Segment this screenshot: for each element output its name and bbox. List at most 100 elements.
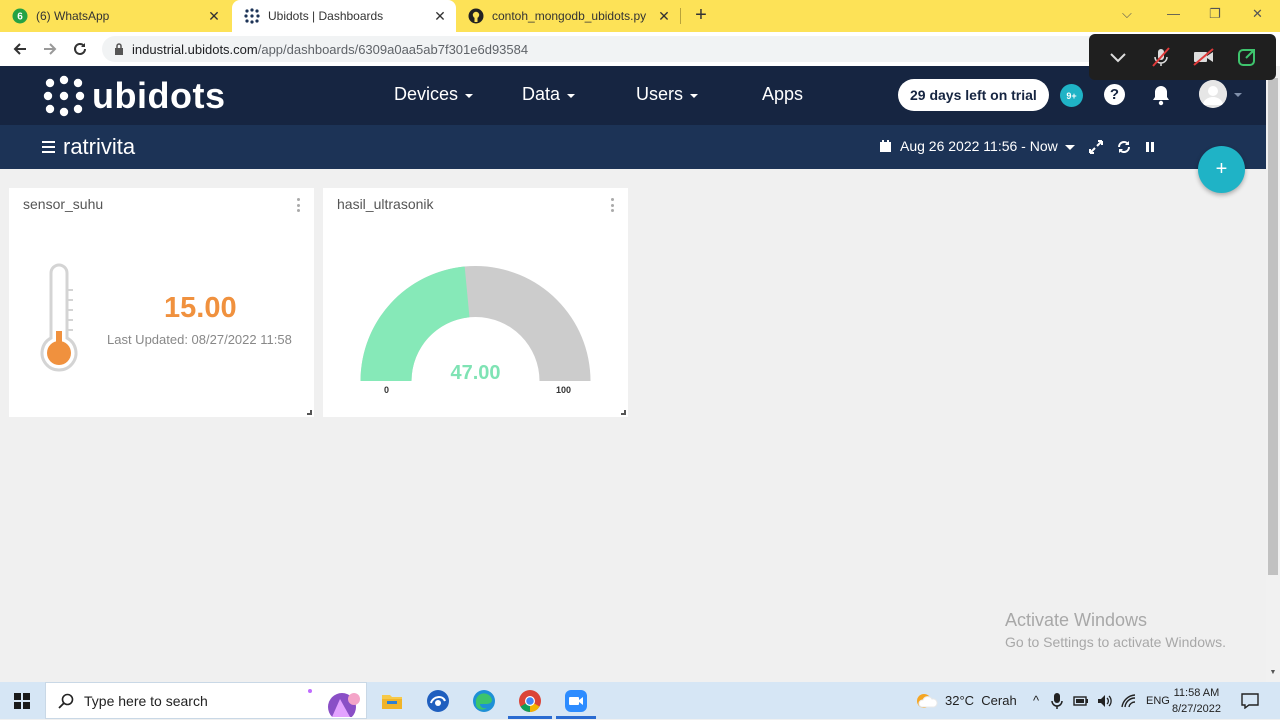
trial-button[interactable]: 29 days left on trial <box>898 79 1049 111</box>
windows-start-icon[interactable] <box>8 687 36 715</box>
menu-label: Apps <box>762 84 804 104</box>
weather-widget[interactable]: 32°C Cerah <box>914 682 1017 719</box>
clock-date: 8/27/2022 <box>1172 703 1221 715</box>
menu-label: Devices <box>394 84 459 104</box>
github-icon <box>468 8 484 24</box>
clock-time: 11:58 AM <box>1173 687 1220 699</box>
edge-icon[interactable] <box>470 687 498 715</box>
date-range-picker[interactable]: Aug 26 2022 11:56 - Now <box>880 138 1075 154</box>
caret-down-icon <box>567 93 576 98</box>
dashboard-toolbar: ratrivita Aug 26 2022 11:56 - Now <box>0 125 1266 169</box>
address-bar[interactable]: industrial.ubidots.com/app/dashboards/63… <box>102 36 1102 62</box>
share-screen-icon[interactable] <box>1233 43 1261 71</box>
hamburger-menu-icon[interactable] <box>42 141 55 153</box>
watermark-subtitle: Go to Settings to activate Windows. <box>1005 634 1226 650</box>
mic-muted-icon[interactable] <box>1147 43 1175 71</box>
help-icon[interactable]: ? <box>1104 84 1125 105</box>
ubidots-header: ubidots Devices Data Users Apps 29 days … <box>0 66 1266 125</box>
language-indicator[interactable]: ENG <box>1146 695 1170 707</box>
chevron-down-icon[interactable]: ⌵ <box>1122 6 1132 22</box>
ubidots-logo[interactable]: ubidots <box>42 74 225 118</box>
battery-icon[interactable] <box>1073 695 1089 707</box>
caret-down-icon <box>1064 144 1075 150</box>
file-explorer-icon[interactable] <box>378 687 406 715</box>
minimize-icon[interactable]: — <box>1167 6 1180 21</box>
lock-icon <box>114 43 124 55</box>
ubidots-favicon-icon <box>244 8 260 24</box>
activate-windows-watermark: Activate Windows Go to Settings to activ… <box>1005 610 1226 650</box>
menu-users[interactable]: Users <box>636 84 699 105</box>
browser-app-icon[interactable] <box>424 687 452 715</box>
scroll-down-arrow-icon[interactable]: ▼ <box>1269 669 1277 676</box>
tab-ubidots[interactable]: Ubidots | Dashboards ✕ <box>232 0 456 32</box>
notification-badge[interactable]: 9+ <box>1060 84 1083 107</box>
back-arrow-icon[interactable] <box>9 38 31 60</box>
notifications-icon[interactable] <box>1236 687 1264 715</box>
browser-tab-strip: 6 (6) WhatsApp ✕ Ubidots | Dashboards ✕ … <box>0 0 1280 32</box>
widget-sensor-suhu[interactable]: sensor_suhu 15.00 Last Updated: 08/27/20… <box>9 188 314 417</box>
wifi-icon[interactable] <box>1121 693 1137 708</box>
tab-title: (6) WhatsApp <box>36 9 110 23</box>
tab-whatsapp[interactable]: 6 (6) WhatsApp ✕ <box>0 0 230 32</box>
caret-down-icon[interactable] <box>1234 93 1242 97</box>
close-icon[interactable]: ✕ <box>656 8 672 25</box>
reload-icon[interactable] <box>69 38 91 60</box>
close-window-icon[interactable]: ✕ <box>1252 6 1263 22</box>
gauge-value: 47.00 <box>450 362 501 384</box>
video-off-icon[interactable] <box>1190 43 1218 71</box>
expand-icon[interactable] <box>1088 139 1103 154</box>
date-range-label: Aug 26 2022 11:56 - Now <box>900 138 1058 154</box>
pause-icon[interactable] <box>1142 139 1157 154</box>
scrollbar-thumb[interactable] <box>1268 78 1278 575</box>
dashboard-name[interactable]: ratrivita <box>63 134 135 160</box>
widget-hasil-ultrasonik[interactable]: hasil_ultrasonik 47.00 0 100 <box>323 188 628 417</box>
more-options-icon[interactable] <box>610 198 614 212</box>
new-tab-button[interactable]: + <box>690 5 712 27</box>
gauge-min-label: 0 <box>384 385 390 395</box>
close-icon[interactable]: ✕ <box>206 8 222 25</box>
menu-label: Data <box>522 84 561 104</box>
menu-apps[interactable]: Apps <box>762 84 803 105</box>
add-widget-button[interactable]: + <box>1198 146 1245 193</box>
watermark-title: Activate Windows <box>1005 610 1148 630</box>
resize-handle-icon[interactable] <box>621 410 626 415</box>
tab-github[interactable]: contoh_mongodb_ubidots.py ✕ <box>456 0 680 32</box>
chevron-up-icon[interactable]: ^ <box>1029 693 1043 708</box>
bell-icon[interactable] <box>1151 84 1171 106</box>
chevron-down-icon[interactable] <box>1104 43 1132 71</box>
zoom-app-icon[interactable] <box>562 687 590 715</box>
search-placeholder: Type here to search <box>84 692 208 709</box>
taskbar-search-box[interactable]: Type here to search <box>45 682 367 720</box>
meeting-controls <box>1089 34 1276 80</box>
tab-separator <box>680 8 681 24</box>
caret-down-icon <box>465 93 474 98</box>
svg-text:6: 6 <box>17 12 23 23</box>
weather-text: 32°C Cerah <box>945 693 1017 708</box>
ubidots-logo-icon <box>43 75 85 117</box>
sensor-value: 15.00 <box>164 292 237 324</box>
refresh-icon[interactable] <box>1116 139 1131 154</box>
avatar[interactable] <box>1199 80 1227 108</box>
restore-icon[interactable]: ❐ <box>1209 6 1221 22</box>
menu-devices[interactable]: Devices <box>394 84 474 105</box>
weather-sun-icon <box>917 693 938 708</box>
url-host: industrial.ubidots.com <box>132 41 258 57</box>
microphone-icon[interactable] <box>1051 692 1063 709</box>
volume-icon[interactable] <box>1097 694 1113 708</box>
forward-arrow-icon[interactable] <box>39 38 61 60</box>
whatsapp-icon: 6 <box>12 8 28 24</box>
close-icon[interactable]: ✕ <box>432 8 448 25</box>
thermometer-icon <box>39 263 79 380</box>
chrome-icon[interactable] <box>516 687 544 715</box>
search-highlights-icon <box>302 685 364 720</box>
url-path: /app/dashboards/6309a0aa5ab7f301e6d93584 <box>257 41 529 57</box>
tab-title: Ubidots | Dashboards <box>268 9 384 23</box>
clock[interactable]: 11:58 AM 8/27/2022 <box>1172 685 1221 717</box>
search-icon <box>58 693 74 709</box>
menu-data[interactable]: Data <box>522 84 576 105</box>
more-options-icon[interactable] <box>296 198 300 212</box>
logo-text: ubidots <box>92 75 226 116</box>
widget-title: sensor_suhu <box>23 196 104 212</box>
resize-handle-icon[interactable] <box>307 410 312 415</box>
system-tray: ^ ENG <box>1029 682 1170 719</box>
